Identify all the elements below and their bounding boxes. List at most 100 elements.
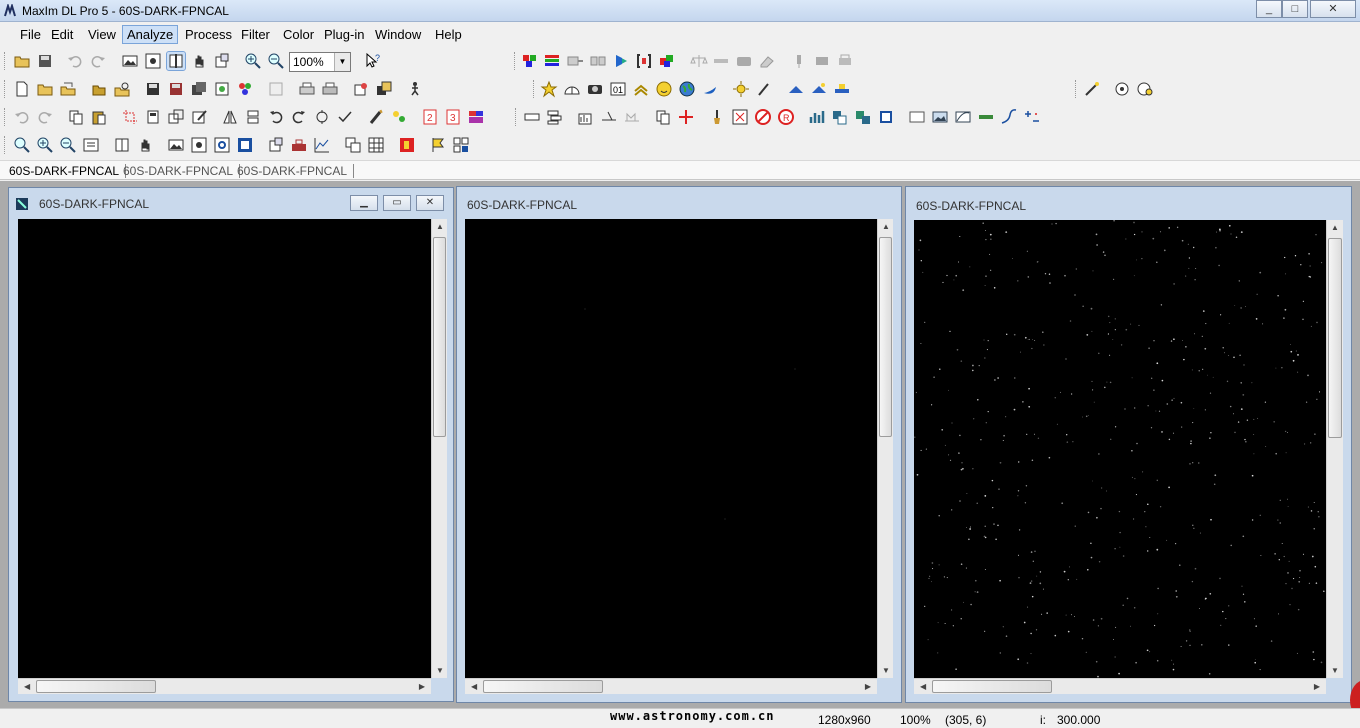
- undo-icon[interactable]: [66, 52, 84, 70]
- moon-icon[interactable]: [701, 80, 719, 98]
- layers-icon[interactable]: [375, 80, 393, 98]
- flag-icon[interactable]: [398, 136, 416, 154]
- recent-folder-icon[interactable]: [90, 80, 108, 98]
- close-button[interactable]: ✕: [1310, 0, 1356, 18]
- focuser-icon[interactable]: [833, 80, 851, 98]
- chevron-down-icon[interactable]: ▼: [334, 53, 350, 71]
- toolbox-icon[interactable]: [290, 136, 308, 154]
- export-icon[interactable]: [213, 80, 231, 98]
- mount-blue-icon[interactable]: [787, 80, 805, 98]
- rotate-any-icon[interactable]: [313, 108, 331, 126]
- center-icon[interactable]: [213, 136, 231, 154]
- vertical-scrollbar[interactable]: ▲ ▼: [431, 219, 447, 678]
- menu-window[interactable]: Window: [370, 25, 426, 44]
- browse-icon[interactable]: [113, 80, 131, 98]
- fit-screen-icon[interactable]: [144, 52, 162, 70]
- flip-vertical-icon[interactable]: [244, 108, 262, 126]
- camera-gray-icon[interactable]: [735, 52, 753, 70]
- line-profile-icon[interactable]: [523, 108, 541, 126]
- image-canvas[interactable]: [914, 220, 1326, 678]
- pin-flag-icon[interactable]: [429, 136, 447, 154]
- minimize-button[interactable]: _: [1256, 0, 1282, 18]
- save-all-icon[interactable]: [190, 80, 208, 98]
- combine-icon[interactable]: [566, 52, 584, 70]
- wand-icon[interactable]: [1083, 80, 1101, 98]
- menu-filter[interactable]: Filter: [236, 25, 275, 44]
- curve-icon[interactable]: [1000, 108, 1018, 126]
- no-hot-icon[interactable]: [754, 108, 772, 126]
- settings-icon[interactable]: [352, 80, 370, 98]
- brush-icon[interactable]: [708, 108, 726, 126]
- rgb-bars-icon[interactable]: [543, 52, 561, 70]
- overlap-icon[interactable]: [854, 108, 872, 126]
- split-channels-icon[interactable]: [589, 52, 607, 70]
- autoguide-icon[interactable]: [1136, 80, 1154, 98]
- hand-icon[interactable]: [190, 52, 208, 70]
- resize-icon[interactable]: [167, 108, 185, 126]
- save-icon[interactable]: [144, 80, 162, 98]
- redo-icon[interactable]: [36, 108, 54, 126]
- mark-icon[interactable]: [623, 108, 641, 126]
- scroll-thumb[interactable]: [36, 680, 156, 693]
- scroll-down-icon[interactable]: ▼: [436, 666, 444, 675]
- star-icon[interactable]: [540, 80, 558, 98]
- bar-graph-icon[interactable]: [808, 108, 826, 126]
- properties-icon[interactable]: [213, 52, 231, 70]
- number-three-icon[interactable]: 3: [444, 108, 462, 126]
- zoom-in-icon[interactable]: [36, 136, 54, 154]
- align-icon[interactable]: [831, 108, 849, 126]
- window-gray-icon[interactable]: [908, 108, 926, 126]
- undo-icon[interactable]: [13, 108, 31, 126]
- tile-icon[interactable]: [452, 136, 470, 154]
- zoom-fit-icon[interactable]: [82, 136, 100, 154]
- scroll-left-icon[interactable]: ◀: [920, 682, 926, 691]
- open-folder-icon[interactable]: [36, 80, 54, 98]
- scroll-thumb[interactable]: [932, 680, 1052, 693]
- ruler-icon[interactable]: [712, 52, 730, 70]
- image-window[interactable]: 60S-DARK-FPNCAL ▲ ▼ ◀ ▶: [905, 186, 1352, 703]
- edit-box-icon[interactable]: [190, 108, 208, 126]
- square-frame-icon[interactable]: [877, 108, 895, 126]
- hot-pixel-icon[interactable]: [731, 108, 749, 126]
- crosshair-icon[interactable]: [677, 108, 695, 126]
- graph-icon[interactable]: [313, 136, 331, 154]
- zoom-in-icon[interactable]: [244, 52, 262, 70]
- copy-icon[interactable]: [67, 108, 85, 126]
- redo-icon[interactable]: [89, 52, 107, 70]
- blob-icon[interactable]: [390, 108, 408, 126]
- print-preview-icon[interactable]: [267, 80, 285, 98]
- play-color-icon[interactable]: [612, 52, 630, 70]
- zoom-out-icon[interactable]: [59, 136, 77, 154]
- mosaic-icon[interactable]: [658, 52, 676, 70]
- properties-icon[interactable]: [267, 136, 285, 154]
- new-file-icon[interactable]: [13, 80, 31, 98]
- pin-icon[interactable]: [790, 52, 808, 70]
- window-close-button[interactable]: ✕: [416, 195, 444, 211]
- stack-icon[interactable]: [546, 108, 564, 126]
- menu-edit[interactable]: Edit: [46, 25, 78, 44]
- channels-icon[interactable]: [467, 108, 485, 126]
- picture-icon[interactable]: [931, 108, 949, 126]
- scroll-down-icon[interactable]: ▼: [1331, 666, 1339, 675]
- balance-icon[interactable]: [690, 52, 708, 70]
- zoom-out-icon[interactable]: [267, 52, 285, 70]
- menu-file[interactable]: File: [15, 25, 46, 44]
- menu-plugin[interactable]: Plug-in: [319, 25, 369, 44]
- image-canvas[interactable]: [465, 219, 877, 678]
- number-two-icon[interactable]: 2: [421, 108, 439, 126]
- scroll-down-icon[interactable]: ▼: [882, 666, 890, 675]
- fit-screen-icon[interactable]: [190, 136, 208, 154]
- color-stack-icon[interactable]: [521, 52, 539, 70]
- help-pointer-icon[interactable]: ?: [364, 52, 382, 70]
- smiley-icon[interactable]: [655, 80, 673, 98]
- magnifier-icon[interactable]: [13, 136, 31, 154]
- image-canvas[interactable]: [18, 219, 431, 678]
- image-icon[interactable]: [167, 136, 185, 154]
- maximize-button[interactable]: □: [1282, 0, 1308, 18]
- scroll-right-icon[interactable]: ▶: [419, 682, 425, 691]
- guide-icon[interactable]: [1113, 80, 1131, 98]
- mount-yellow-icon[interactable]: [810, 80, 828, 98]
- scroll-thumb[interactable]: [879, 237, 892, 437]
- scroll-right-icon[interactable]: ▶: [1314, 682, 1320, 691]
- pencil-icon[interactable]: [755, 80, 773, 98]
